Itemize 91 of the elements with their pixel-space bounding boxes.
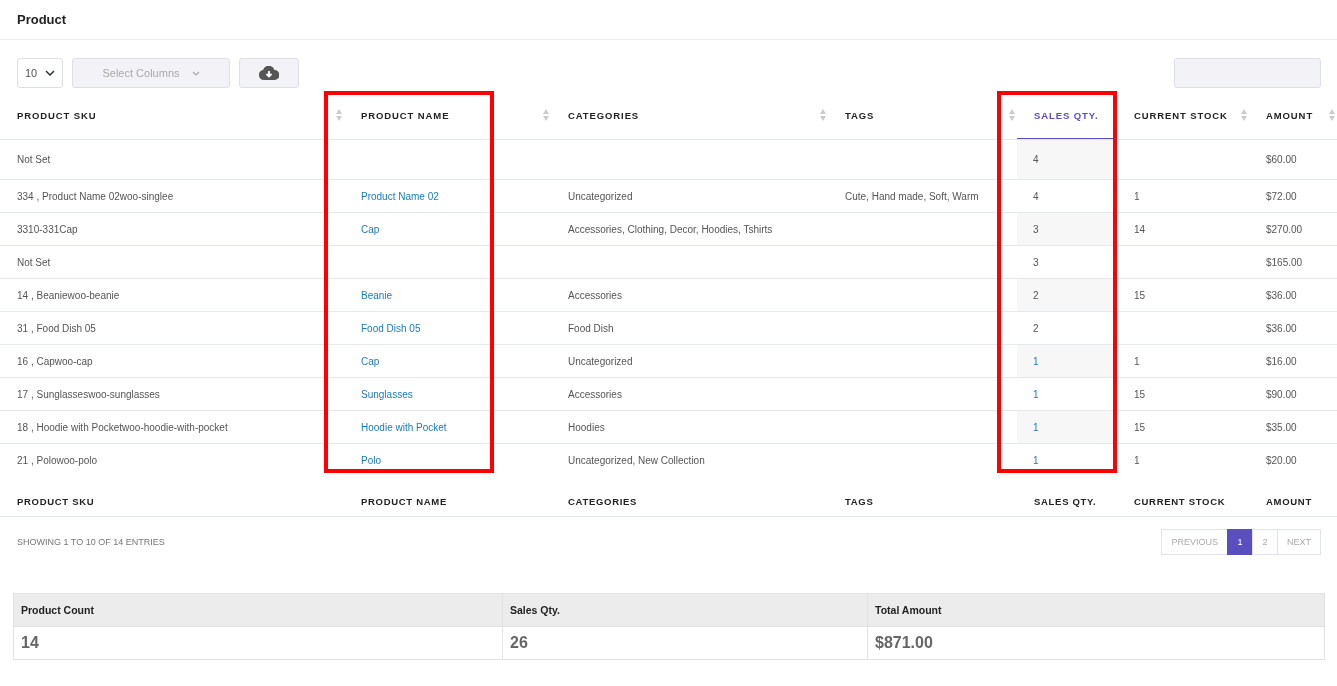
chevron-icon bbox=[191, 70, 200, 76]
sort-icon bbox=[336, 109, 342, 121]
column-header[interactable]: CURRENT STOCK bbox=[1117, 91, 1249, 140]
table-link[interactable]: Product Name 02 bbox=[361, 190, 439, 202]
table-cell: 334 , Product Name 02woo-singlee bbox=[17, 190, 174, 202]
sort-icon bbox=[1241, 109, 1247, 121]
table-cell: Accessories bbox=[568, 289, 622, 301]
table-cell: $35.00 bbox=[1266, 421, 1297, 433]
table-cell: Uncategorized bbox=[568, 355, 633, 367]
table-cell: 15 bbox=[1134, 388, 1146, 400]
table-cell: 4 bbox=[1033, 190, 1039, 202]
summary-value: 14 bbox=[21, 634, 39, 652]
sort-icon bbox=[820, 109, 826, 121]
table-cell: Food Dish bbox=[568, 322, 614, 334]
column-footer: SALES QTY. bbox=[1034, 495, 1097, 507]
table-link[interactable]: Cap bbox=[361, 355, 380, 367]
table-cell: 1 bbox=[1134, 454, 1140, 466]
table-cell: Not Set bbox=[17, 256, 51, 268]
column-footer: PRODUCT NAME bbox=[361, 495, 447, 507]
summary-value: $871.00 bbox=[875, 634, 933, 652]
column-footer: AMOUNT bbox=[1266, 495, 1312, 507]
table-cell: $165.00 bbox=[1266, 256, 1303, 268]
table-link[interactable]: Hoodie with Pocket bbox=[361, 421, 447, 433]
table-cell: Not Set bbox=[17, 154, 51, 165]
table-link[interactable]: Beanie bbox=[361, 289, 393, 301]
column-footer: CURRENT STOCK bbox=[1134, 495, 1226, 507]
table-cell: 14 , Beaniewoo-beanie bbox=[17, 289, 120, 301]
column-header[interactable]: PRODUCT SKU bbox=[0, 91, 344, 140]
chevron-icon bbox=[45, 70, 55, 76]
table-cell: 3 bbox=[1033, 256, 1039, 268]
table-link[interactable]: Food Dish 05 bbox=[361, 322, 421, 334]
table-cell: Uncategorized, New Collection bbox=[568, 454, 705, 466]
table-cell: 17 , Sunglasseswoo-sunglasses bbox=[17, 388, 160, 400]
entries-info: SHOWING 1 TO 10 OF 14 ENTRIES bbox=[17, 537, 165, 547]
cloud-download-icon bbox=[259, 66, 279, 80]
table-cell: $270.00 bbox=[1266, 223, 1303, 235]
table-cell: 15 bbox=[1134, 421, 1146, 433]
table-cell: 18 , Hoodie with Pocketwoo-hoodie-with-pocket bbox=[17, 421, 228, 433]
column-header[interactable]: CATEGORIES bbox=[551, 91, 828, 140]
table-cell: 1 bbox=[1134, 190, 1140, 202]
table-cell: 2 bbox=[1033, 289, 1039, 301]
column-footer: PRODUCT SKU bbox=[17, 495, 95, 507]
column-footer: CATEGORIES bbox=[568, 495, 638, 507]
table-cell: 4 bbox=[1033, 154, 1039, 165]
column-header[interactable]: TAGS bbox=[828, 91, 1017, 140]
summary-value: 26 bbox=[510, 634, 528, 652]
summary-label: Product Count bbox=[21, 604, 94, 616]
table-cell: Hoodies bbox=[568, 421, 605, 433]
table-cell: $16.00 bbox=[1266, 355, 1297, 367]
summary-label: Sales Qty. bbox=[510, 604, 560, 616]
table-cell: $72.00 bbox=[1266, 190, 1297, 202]
search-field[interactable] bbox=[1174, 58, 1321, 88]
table-cell: Uncategorized bbox=[568, 190, 633, 202]
table-cell: $20.00 bbox=[1266, 454, 1297, 466]
table-cell: $60.00 bbox=[1266, 154, 1297, 165]
table-cell: $36.00 bbox=[1266, 289, 1297, 301]
download-button[interactable] bbox=[239, 58, 299, 88]
table-cell: 15 bbox=[1134, 289, 1146, 301]
pagination-button[interactable]: PREVIOUS bbox=[1161, 529, 1228, 555]
table-cell: Accessories bbox=[568, 388, 622, 400]
table-link[interactable]: 1 bbox=[1033, 421, 1039, 433]
sort-icon bbox=[543, 109, 549, 121]
sort-icon bbox=[1009, 109, 1015, 121]
table-cell: $90.00 bbox=[1266, 388, 1297, 400]
table-link[interactable]: 1 bbox=[1033, 388, 1039, 400]
column-header[interactable]: SALES QTY. bbox=[1017, 91, 1117, 140]
summary-label: Total Amount bbox=[875, 604, 942, 616]
table-cell: 14 bbox=[1134, 223, 1146, 235]
table-link[interactable]: 1 bbox=[1033, 355, 1039, 367]
table-link[interactable]: Sunglasses bbox=[361, 388, 413, 400]
table-cell: 31 , Food Dish 05 bbox=[17, 322, 96, 334]
table-cell: 21 , Polowoo-polo bbox=[17, 454, 98, 466]
table-cell: 1 bbox=[1134, 355, 1140, 367]
table-link[interactable]: Polo bbox=[361, 454, 381, 466]
table-cell: 16 , Capwoo-cap bbox=[17, 355, 93, 367]
sort-icon bbox=[1329, 109, 1335, 121]
table-cell: 2 bbox=[1033, 322, 1039, 334]
page-title: Product bbox=[17, 12, 67, 27]
column-footer: TAGS bbox=[845, 495, 874, 507]
table-link[interactable]: Cap bbox=[361, 223, 380, 235]
table-cell: Cute, Hand made, Soft, Warm bbox=[845, 190, 979, 202]
column-header[interactable]: PRODUCT NAME bbox=[344, 91, 551, 140]
table-cell: $36.00 bbox=[1266, 322, 1297, 334]
pagination-button[interactable]: 1 bbox=[1227, 529, 1253, 555]
table-cell: 3310-331Cap bbox=[17, 223, 78, 235]
pagination-button[interactable]: NEXT bbox=[1277, 529, 1321, 555]
column-header[interactable]: AMOUNT bbox=[1249, 91, 1337, 140]
table-cell: 3 bbox=[1033, 223, 1039, 235]
table-link[interactable]: 1 bbox=[1033, 454, 1039, 466]
table-cell: Accessories, Clothing, Decor, Hoodies, Tshirts bbox=[568, 223, 773, 235]
page-size-select[interactable]: 10 bbox=[17, 58, 63, 88]
